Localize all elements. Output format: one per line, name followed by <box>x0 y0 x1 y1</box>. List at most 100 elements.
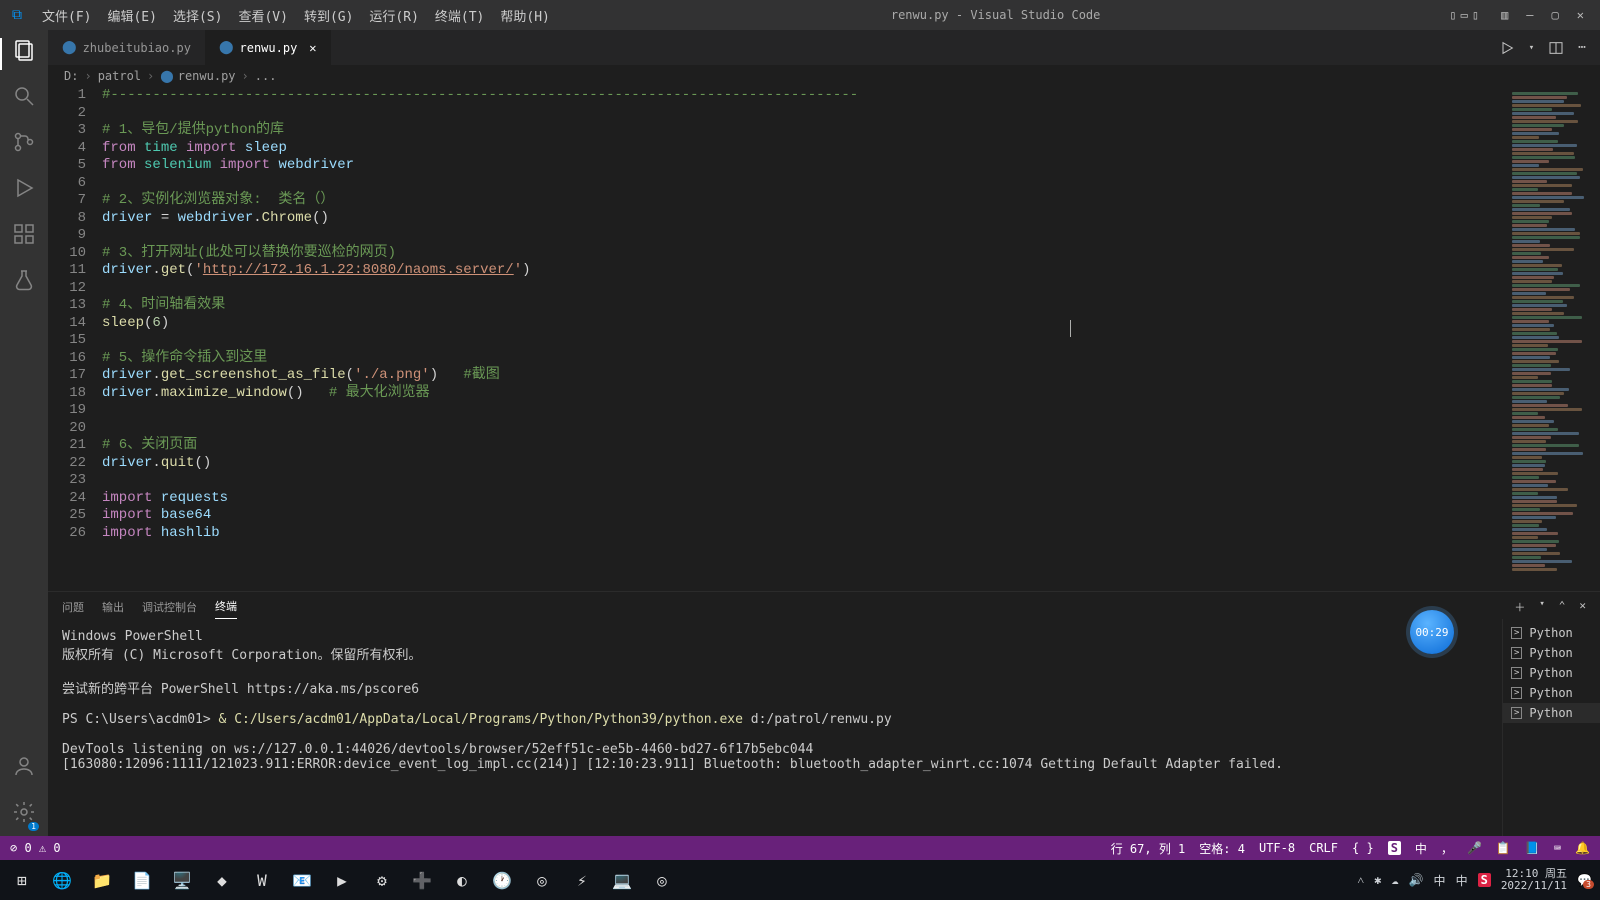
status-encoding[interactable]: UTF-8 <box>1259 841 1295 855</box>
ime-sogou-icon[interactable]: S <box>1388 841 1401 855</box>
taskbar-app-icon[interactable]: ◎ <box>648 866 676 894</box>
accounts-icon[interactable] <box>12 754 36 778</box>
taskbar-app-icon[interactable]: ◐ <box>448 866 476 894</box>
minimize-button[interactable]: — <box>1526 8 1533 22</box>
tray-sogou-icon[interactable]: S <box>1478 873 1491 887</box>
terminal-session[interactable]: >Python <box>1503 663 1600 683</box>
menu-edit[interactable]: 编辑(E) <box>99 6 164 25</box>
taskbar-app-icon[interactable]: ◆ <box>208 866 236 894</box>
breadcrumbs[interactable]: D:› patrol› ⬤ renwu.py› ... <box>48 65 1600 87</box>
panel-tab-problems[interactable]: 问题 <box>62 599 84 619</box>
windows-taskbar: ⊞ 🌐 📁 📄 🖥️ ◆ W 📧 ▶ ⚙ ➕ ◐ 🕐 ◎ ⚡ 💻 ◎ ˄ ✱ ☁ 🔊 中 中 S 12:10 周… <box>0 860 1600 900</box>
status-errors[interactable]: ⊘ 0 ⚠ 0 <box>10 841 61 855</box>
split-editor-icon[interactable] <box>1548 40 1564 56</box>
taskbar-app-icon[interactable]: ➕ <box>408 866 436 894</box>
layout-customize-icon[interactable]: ▥ <box>1501 8 1508 22</box>
panel-maximize-icon[interactable]: ⌃ <box>1559 599 1566 619</box>
close-tab-icon[interactable]: ✕ <box>309 41 316 55</box>
status-eol[interactable]: CRLF <box>1309 841 1338 855</box>
ime-item[interactable]: ， <box>1441 840 1453 857</box>
menu-help[interactable]: 帮助(H) <box>492 6 557 25</box>
terminal-sessions: >Python>Python>Python>Python>Python <box>1502 619 1600 836</box>
layout-toggle-icons[interactable]: ▯▭▯ <box>1449 8 1483 22</box>
terminal-session[interactable]: >Python <box>1503 683 1600 703</box>
terminal-session[interactable]: >Python <box>1503 643 1600 663</box>
taskbar-app-icon[interactable]: ⚡ <box>568 866 596 894</box>
menu-go[interactable]: 转到(G) <box>296 6 361 25</box>
tray-icon[interactable]: ✱ <box>1374 873 1381 887</box>
testing-icon[interactable] <box>12 268 36 292</box>
explorer-icon[interactable] <box>12 38 36 62</box>
tray-ime-icon[interactable]: 中 <box>1456 872 1468 889</box>
status-language[interactable]: { } <box>1352 841 1374 855</box>
run-dropdown-icon[interactable]: ▾ <box>1529 43 1534 53</box>
taskbar-app-icon[interactable]: 📁 <box>88 866 116 894</box>
panel-close-icon[interactable]: ✕ <box>1579 599 1586 619</box>
activity-bar: 1 <box>0 30 48 836</box>
editor-tabs: ⬤ zhubeitubiao.py ⬤ renwu.py ✕ ▾ ⋯ <box>48 30 1600 65</box>
ime-item[interactable]: 🎤 <box>1467 841 1482 855</box>
tab-label: renwu.py <box>240 41 298 55</box>
panel-tab-debug[interactable]: 调试控制台 <box>142 599 197 619</box>
menu-view[interactable]: 查看(V) <box>230 6 295 25</box>
taskbar-app-icon[interactable]: 🕐 <box>488 866 516 894</box>
terminal-session[interactable]: >Python <box>1503 623 1600 643</box>
notification-center-icon[interactable]: 💬3 <box>1577 873 1592 887</box>
terminal-dropdown-icon[interactable]: ▾ <box>1539 599 1544 619</box>
taskbar-app-icon[interactable]: 🖥️ <box>168 866 196 894</box>
status-cursor-pos[interactable]: 行 67, 列 1 <box>1111 840 1186 857</box>
terminal-new-icon[interactable]: ＋ <box>1514 599 1525 619</box>
menu-select[interactable]: 选择(S) <box>165 6 230 25</box>
panel-tab-output[interactable]: 输出 <box>102 599 124 619</box>
tab-zhubeitubiao[interactable]: ⬤ zhubeitubiao.py <box>48 30 205 65</box>
tray-volume-icon[interactable]: 🔊 <box>1409 873 1424 887</box>
close-button[interactable]: ✕ <box>1577 8 1584 22</box>
text-cursor <box>1070 320 1071 337</box>
ime-item[interactable]: 中 <box>1415 840 1427 857</box>
settings-gear-icon[interactable] <box>12 800 36 824</box>
title-bar: ⧉ 文件(F) 编辑(E) 选择(S) 查看(V) 转到(G) 运行(R) 终端… <box>0 0 1600 30</box>
run-file-icon[interactable] <box>1499 40 1515 56</box>
more-actions-icon[interactable]: ⋯ <box>1578 40 1586 55</box>
taskbar-clock[interactable]: 12:10 周五 2022/11/11 <box>1501 868 1567 892</box>
taskbar-app-icon[interactable]: 📄 <box>128 866 156 894</box>
crumb-file[interactable]: renwu.py <box>178 69 236 83</box>
terminal-session[interactable]: >Python <box>1503 703 1600 723</box>
taskbar-app-icon[interactable]: 💻 <box>608 866 636 894</box>
menu-bar: 文件(F) 编辑(E) 选择(S) 查看(V) 转到(G) 运行(R) 终端(T… <box>34 6 558 25</box>
taskbar-app-icon[interactable]: ▶ <box>328 866 356 894</box>
ime-item[interactable]: 📘 <box>1525 841 1540 855</box>
taskbar-app-icon[interactable]: ⊞ <box>8 866 36 894</box>
search-icon[interactable] <box>12 84 36 108</box>
tab-label: zhubeitubiao.py <box>83 41 191 55</box>
status-bar: ⊘ 0 ⚠ 0 行 67, 列 1 空格: 4 UTF-8 CRLF { } S… <box>0 836 1600 860</box>
ime-item[interactable]: ⌨ <box>1554 841 1561 855</box>
menu-file[interactable]: 文件(F) <box>34 6 99 25</box>
taskbar-app-icon[interactable]: ⚙ <box>368 866 396 894</box>
crumb-more[interactable]: ... <box>255 69 277 83</box>
menu-terminal[interactable]: 终端(T) <box>427 6 492 25</box>
taskbar-app-icon[interactable]: W <box>248 866 276 894</box>
tab-renwu[interactable]: ⬤ renwu.py ✕ <box>205 30 331 65</box>
taskbar-app-icon[interactable]: 📧 <box>288 866 316 894</box>
crumb-d[interactable]: D: <box>64 69 78 83</box>
vscode-logo-icon: ⧉ <box>0 7 34 23</box>
tray-ime-icon[interactable]: 中 <box>1434 872 1446 889</box>
run-debug-icon[interactable] <box>12 176 36 200</box>
panel-tab-terminal[interactable]: 终端 <box>215 598 237 619</box>
menu-run[interactable]: 运行(R) <box>361 6 426 25</box>
tray-icon[interactable]: ☁ <box>1391 873 1398 887</box>
status-spaces[interactable]: 空格: 4 <box>1199 840 1245 857</box>
ime-item[interactable]: 📋 <box>1496 841 1511 855</box>
source-control-icon[interactable] <box>12 130 36 154</box>
status-bell-icon[interactable]: 🔔 <box>1575 841 1590 855</box>
crumb-patrol[interactable]: patrol <box>98 69 141 83</box>
extensions-icon[interactable] <box>12 222 36 246</box>
maximize-button[interactable]: ▢ <box>1552 8 1559 22</box>
terminal-output[interactable]: Windows PowerShell版权所有 (C) Microsoft Cor… <box>48 619 1502 836</box>
taskbar-app-icon[interactable]: ◎ <box>528 866 556 894</box>
window-title: renwu.py - Visual Studio Code <box>558 8 1434 22</box>
floating-timer[interactable]: 00:29 <box>1410 610 1454 654</box>
taskbar-app-icon[interactable]: 🌐 <box>48 866 76 894</box>
tray-chevron-icon[interactable]: ˄ <box>1357 873 1364 888</box>
